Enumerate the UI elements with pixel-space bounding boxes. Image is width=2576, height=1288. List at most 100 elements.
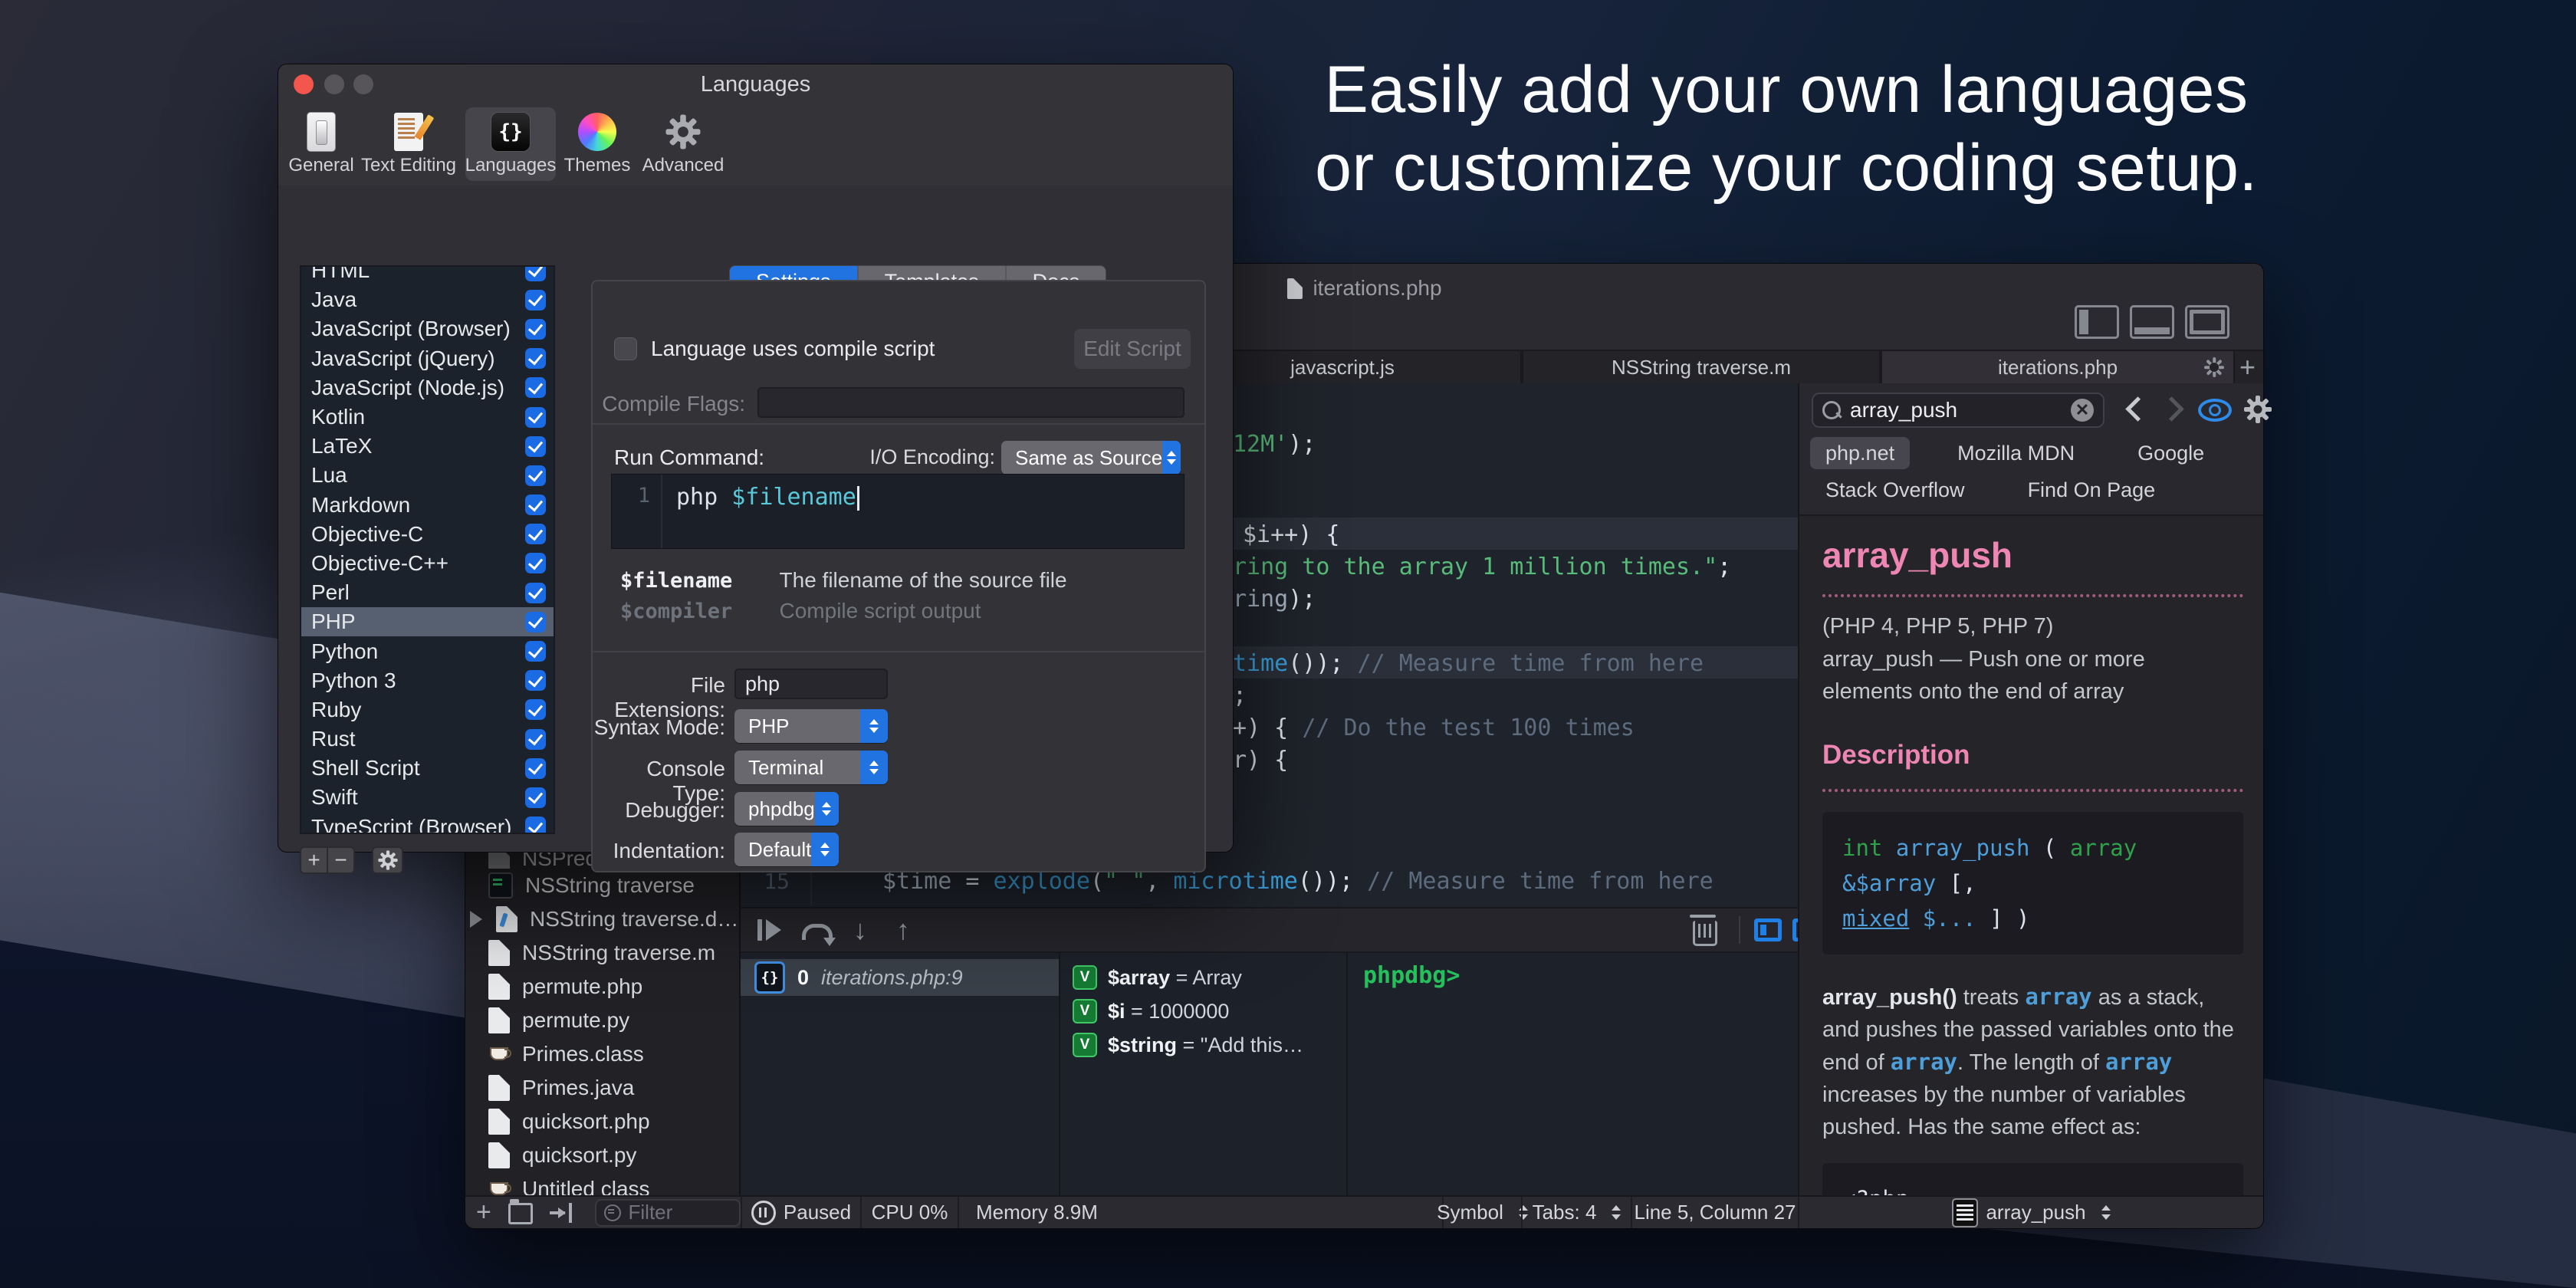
language-checkbox[interactable]: [525, 670, 546, 691]
language-checkbox[interactable]: [525, 436, 546, 457]
language-row[interactable]: HTML: [301, 265, 554, 285]
language-checkbox[interactable]: [525, 787, 546, 808]
file-row[interactable]: quicksort.php: [465, 1105, 739, 1138]
filter-field[interactable]: Filter: [595, 1199, 741, 1227]
debugger-popup[interactable]: phpdbg: [734, 792, 839, 826]
file-row[interactable]: NSString traverse.m: [465, 936, 739, 970]
language-row[interactable]: Swift: [301, 783, 554, 812]
language-row[interactable]: JavaScript (Node.js): [301, 373, 554, 402]
docs-source-button[interactable]: Find On Page: [2013, 474, 2171, 506]
language-row[interactable]: Objective-C: [301, 520, 554, 549]
language-row[interactable]: Markdown: [301, 491, 554, 520]
toolbar-text-editing-button[interactable]: Text Editing: [356, 107, 461, 181]
language-checkbox[interactable]: [525, 290, 546, 310]
toolbar-languages-button[interactable]: {} Languages: [465, 107, 556, 181]
docs-source-button[interactable]: Mozilla MDN: [1942, 437, 2090, 469]
tab-nsstring-traverse-m[interactable]: NSString traverse.m: [1522, 351, 1881, 383]
language-row[interactable]: Kotlin: [301, 402, 554, 432]
step-out-button[interactable]: ↑: [888, 909, 918, 951]
syntax-mode-popup[interactable]: PHP: [734, 709, 888, 743]
move-to-group-icon[interactable]: [550, 1203, 572, 1223]
language-checkbox[interactable]: [525, 348, 546, 369]
variable-row[interactable]: V $i = 1000000: [1073, 996, 1229, 1027]
step-over-button[interactable]: [797, 909, 837, 951]
language-checkbox[interactable]: [525, 641, 546, 662]
console-type-popup[interactable]: Terminal: [734, 751, 888, 784]
file-row[interactable]: Primes.java: [465, 1071, 739, 1105]
language-row[interactable]: Shell Script: [301, 754, 554, 783]
language-row[interactable]: Python 3: [301, 666, 554, 695]
trash-button[interactable]: [1690, 909, 1720, 951]
language-checkbox[interactable]: [525, 524, 546, 544]
add-file-button[interactable]: +: [476, 1198, 491, 1227]
language-checkbox[interactable]: [525, 758, 546, 779]
forward-chevron-icon[interactable]: [2159, 396, 2184, 422]
compile-script-checkbox[interactable]: [614, 337, 637, 360]
language-row[interactable]: JavaScript (jQuery): [301, 344, 554, 373]
language-checkbox[interactable]: [525, 583, 546, 603]
toolbar-themes-button[interactable]: Themes: [560, 107, 634, 181]
language-actions-gear-button[interactable]: [372, 846, 403, 874]
docs-settings-gear-icon[interactable]: [2242, 394, 2273, 425]
stack-frame-row[interactable]: {} 0 iterations.php:9: [741, 959, 1059, 996]
language-checkbox[interactable]: [525, 495, 546, 515]
new-tab-button[interactable]: +: [2239, 351, 2256, 383]
language-checkbox[interactable]: [525, 612, 546, 632]
language-row[interactable]: Rust: [301, 724, 554, 754]
continue-button[interactable]: [751, 909, 787, 951]
file-row[interactable]: Untitled class: [465, 1172, 739, 1195]
language-checkbox[interactable]: [525, 265, 546, 281]
disclosure-triangle-icon[interactable]: [470, 911, 482, 928]
language-row[interactable]: JavaScript (Browser): [301, 314, 554, 343]
tab-iterations-php[interactable]: iterations.php: [1881, 351, 2235, 383]
language-row[interactable]: Lua: [301, 461, 554, 490]
language-row[interactable]: TypeScript (Browser): [301, 813, 554, 834]
language-row[interactable]: PHP: [301, 607, 554, 636]
language-checkbox[interactable]: [525, 553, 546, 573]
file-row[interactable]: quicksort.py: [465, 1138, 739, 1172]
tabs-dropdown[interactable]: Tabs: 4: [1521, 1197, 1631, 1228]
toggle-right-panel-button[interactable]: [2185, 305, 2229, 339]
debug-console-pane[interactable]: phpdbg>: [1346, 953, 1798, 1195]
language-checkbox[interactable]: [525, 729, 546, 750]
language-row[interactable]: Python: [301, 636, 554, 665]
file-row[interactable]: permute.py: [465, 1004, 739, 1037]
language-row[interactable]: Java: [301, 285, 554, 314]
edit-script-button[interactable]: Edit Script: [1074, 329, 1191, 369]
language-row[interactable]: Perl: [301, 578, 554, 607]
file-extensions-field[interactable]: php: [734, 669, 888, 699]
compile-flags-field[interactable]: [757, 387, 1184, 418]
file-row[interactable]: NSString traverse: [465, 869, 739, 902]
file-row[interactable]: permute.php: [465, 970, 739, 1004]
remove-language-button[interactable]: −: [327, 848, 353, 872]
io-encoding-popup[interactable]: Same as Source: [1001, 441, 1181, 475]
docs-source-button[interactable]: Stack Overflow: [1810, 474, 1980, 506]
file-row[interactable]: NSString traverse.d…: [465, 902, 739, 936]
language-checkbox[interactable]: [525, 816, 546, 834]
language-list[interactable]: HTML Java JavaScript (Browser) J: [300, 265, 555, 834]
docs-footer-dropdown[interactable]: array_push: [1798, 1197, 2263, 1228]
variable-row[interactable]: V $string = "Add this…: [1073, 1030, 1303, 1060]
toggle-bottom-panel-button[interactable]: [2130, 305, 2174, 339]
language-row[interactable]: Objective-C++: [301, 549, 554, 578]
language-row[interactable]: Ruby: [301, 695, 554, 724]
eye-icon[interactable]: [2198, 399, 2232, 422]
language-checkbox[interactable]: [525, 319, 546, 340]
docs-content[interactable]: array_push (PHP 4, PHP 5, PHP 7) array_p…: [1799, 516, 2263, 1195]
docs-source-button[interactable]: php.net: [1810, 437, 1910, 469]
variable-row[interactable]: V $array = Array: [1073, 962, 1242, 993]
language-row[interactable]: LaTeX: [301, 432, 554, 461]
add-language-button[interactable]: +: [301, 848, 327, 872]
symbol-dropdown[interactable]: Symbol: [1442, 1197, 1521, 1228]
language-checkbox[interactable]: [525, 377, 546, 398]
docs-search-field[interactable]: array_push ✕: [1812, 393, 2104, 428]
folder-icon[interactable]: [508, 1203, 533, 1224]
language-checkbox[interactable]: [525, 699, 546, 720]
toolbar-general-button[interactable]: General: [291, 107, 352, 181]
back-chevron-icon[interactable]: [2125, 396, 2150, 422]
docs-source-button[interactable]: Google: [2122, 437, 2220, 469]
toggle-left-panel-button[interactable]: [2075, 305, 2119, 339]
debug-left-panel-button[interactable]: [1754, 918, 1782, 941]
step-into-button[interactable]: ↓: [845, 909, 876, 951]
file-row[interactable]: Primes.class: [465, 1037, 739, 1071]
